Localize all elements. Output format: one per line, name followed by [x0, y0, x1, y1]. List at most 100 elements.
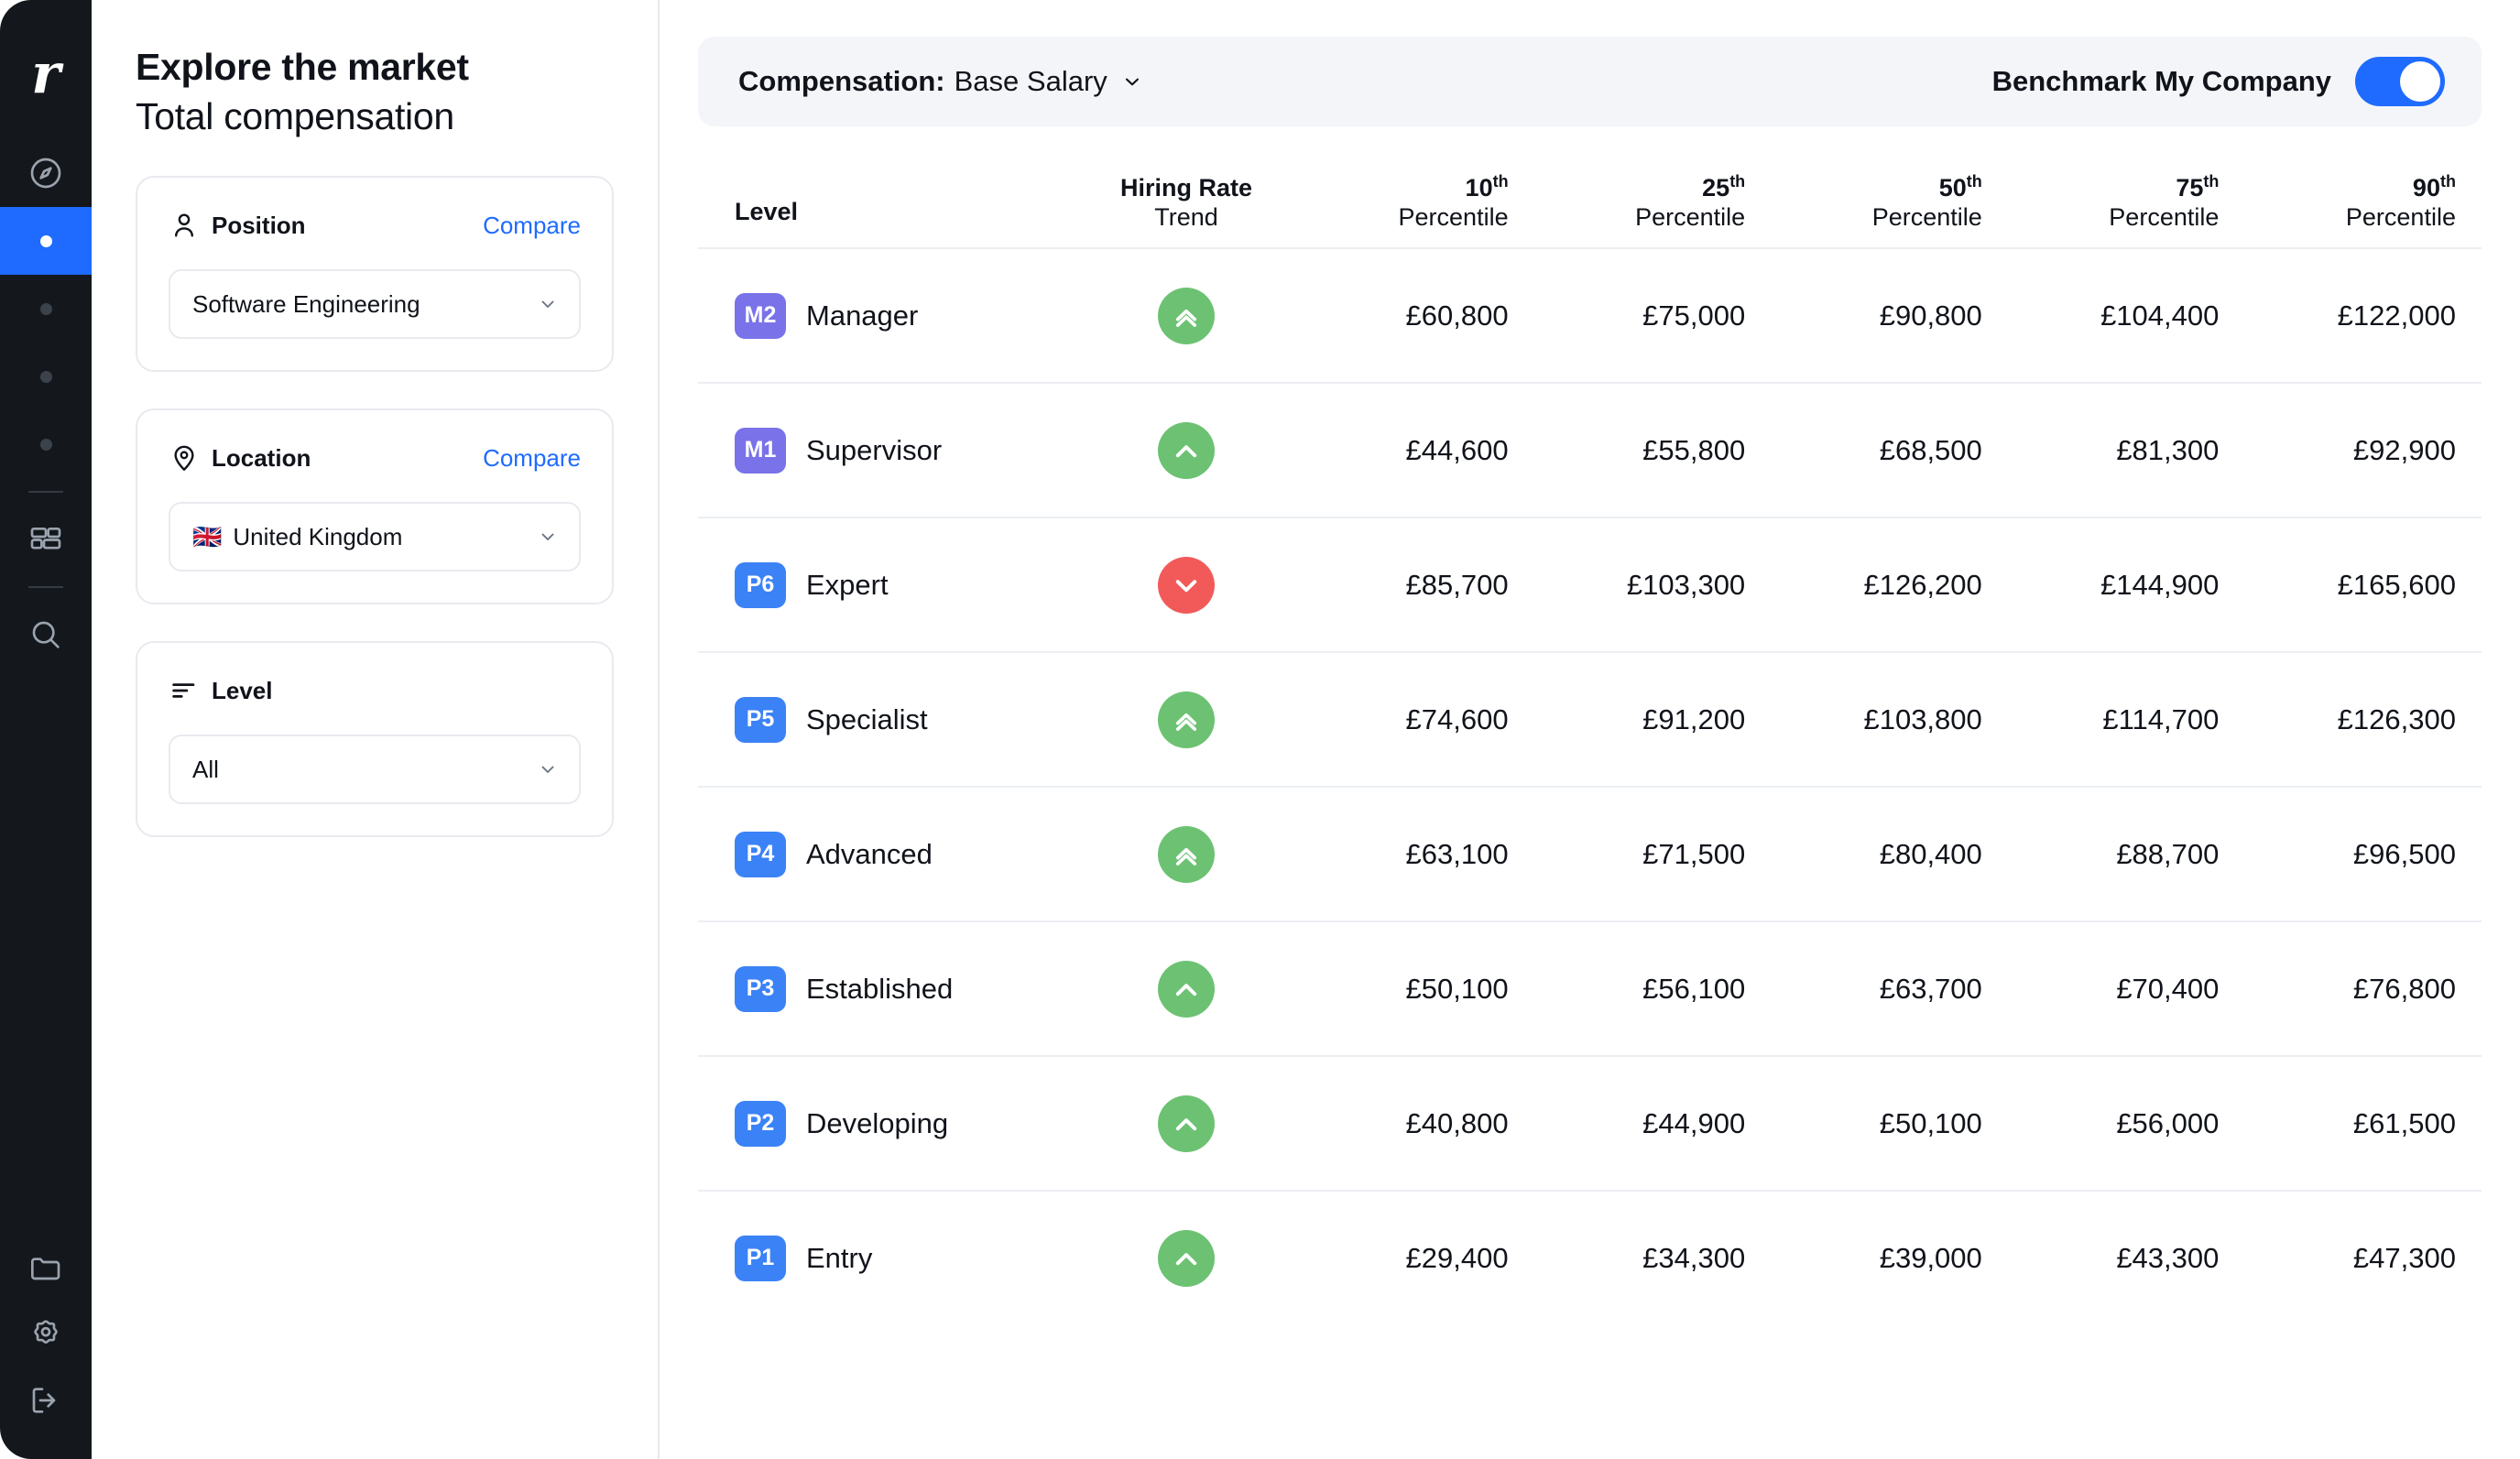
cell-p50: £90,800 — [1879, 299, 1982, 332]
chevron-down-icon — [537, 758, 559, 780]
cell-p75: £56,000 — [2116, 1106, 2220, 1139]
nav-dot-icon — [39, 234, 52, 247]
left-nav-rail: r — [0, 0, 92, 1459]
position-select[interactable]: Software Engineering — [169, 269, 581, 340]
chevron-down-icon — [537, 526, 559, 548]
column-header-p90-num: 90 — [2412, 174, 2440, 202]
rail-divider — [28, 491, 63, 493]
sidebar-item-files[interactable] — [0, 1243, 92, 1294]
column-header-p50: 50th Percentile — [1765, 172, 2002, 233]
trend-up-double-icon — [1158, 287, 1215, 344]
column-header-trend-sub: Trend — [1154, 203, 1218, 232]
cell-p25: £55,800 — [1642, 433, 1746, 466]
app-root: r Explore the market Total compensation … — [0, 0, 2520, 1459]
column-header-p25-ord: th — [1729, 172, 1746, 191]
sidebar-item-layout[interactable] — [0, 506, 92, 573]
cell-level: P3 Established — [704, 965, 1081, 1012]
level-select-value: All — [192, 755, 219, 783]
cell-p90: £47,300 — [2352, 1241, 2456, 1274]
cell-p50: £39,000 — [1879, 1241, 1982, 1274]
level-code-badge: P3 — [735, 965, 786, 1012]
nav-dot-icon — [39, 302, 52, 315]
cell-p75: £104,400 — [2100, 299, 2220, 332]
level-name: Entry — [806, 1241, 873, 1274]
column-header-p50-num: 50 — [1938, 174, 1967, 202]
table-row[interactable]: P6 Expert £85,700 £103,300 £126,200 £144,900 £… — [698, 517, 2482, 651]
cell-level: P4 Advanced — [704, 831, 1081, 877]
benchmark-toggle[interactable] — [2355, 57, 2445, 106]
level-name: Expert — [806, 568, 889, 601]
filter-card-location: Location Compare 🇬🇧 United Kingdom — [136, 408, 614, 605]
trend-up-single-icon — [1158, 1229, 1215, 1287]
compensation-value[interactable]: Base Salary — [955, 65, 1107, 98]
column-header-p25-sub: Percentile — [1635, 203, 1746, 232]
rail-bottom-group — [0, 1243, 92, 1426]
cell-p50: £103,800 — [1863, 702, 1982, 735]
cell-p10: £50,100 — [1405, 972, 1509, 1005]
table-row[interactable]: P3 Established £50,100 £56,100 £63,700 £70,40… — [698, 920, 2482, 1055]
cell-level: M1 Supervisor — [704, 427, 1081, 474]
level-code-badge: P4 — [735, 831, 786, 877]
column-header-p50-sub: Percentile — [1871, 203, 1982, 232]
sidebar-item-4[interactable] — [0, 410, 92, 478]
sidebar-item-logout[interactable] — [0, 1375, 92, 1426]
cell-p50: £126,200 — [1863, 568, 1982, 601]
sidebar-item-market[interactable] — [0, 207, 92, 275]
cell-p10: £60,800 — [1405, 299, 1509, 332]
filter-header-position: Position Compare — [169, 207, 581, 244]
compare-link-position[interactable]: Compare — [483, 212, 581, 240]
cell-level: M2 Manager — [704, 292, 1081, 339]
rail-divider — [28, 586, 63, 588]
cell-p50: £50,100 — [1879, 1106, 1982, 1139]
position-select-value: Software Engineering — [192, 289, 420, 318]
table-row[interactable]: P2 Developing £40,800 £44,900 £50,100 £56,000… — [698, 1055, 2482, 1190]
chevron-down-icon[interactable] — [1120, 70, 1144, 93]
cell-p25: £75,000 — [1642, 299, 1746, 332]
level-select[interactable]: All — [169, 735, 581, 805]
chevron-down-icon — [537, 293, 559, 315]
sidebar-item-settings[interactable] — [0, 1309, 92, 1360]
cell-p25: £91,200 — [1642, 702, 1746, 735]
cell-p10: £85,700 — [1405, 568, 1509, 601]
level-name: Advanced — [806, 837, 933, 870]
gear-icon — [27, 1316, 64, 1353]
compensation-toolbar: Compensation: Base Salary Benchmark My C… — [698, 37, 2482, 126]
level-name: Developing — [806, 1106, 949, 1139]
table-row[interactable]: P4 Advanced £63,100 £71,500 £80,400 £88,700 £9… — [698, 786, 2482, 920]
table-row[interactable]: M2 Manager £60,800 £75,000 £90,800 £104,400 £1… — [698, 247, 2482, 382]
person-icon — [169, 210, 200, 241]
cell-p90: £76,800 — [2352, 972, 2456, 1005]
sidebar-item-2[interactable] — [0, 275, 92, 343]
trend-up-single-icon — [1158, 1094, 1215, 1152]
compare-link-location[interactable]: Compare — [483, 444, 581, 473]
app-logo[interactable]: r — [0, 33, 92, 115]
cell-p75: £81,300 — [2116, 433, 2220, 466]
trend-up-single-icon — [1158, 421, 1215, 479]
cell-hiring-rate-trend — [1081, 691, 1292, 748]
cell-p90: £61,500 — [2352, 1106, 2456, 1139]
table-row[interactable]: M1 Supervisor £44,600 £55,800 £68,500 £81,300… — [698, 382, 2482, 517]
cell-p90: £96,500 — [2352, 837, 2456, 870]
trend-up-single-icon — [1158, 960, 1215, 1018]
column-header-p90: 90th Percentile — [2239, 172, 2476, 233]
cell-level: P6 Expert — [704, 561, 1081, 608]
filters-panel: Explore the market Total compensation Po… — [92, 0, 660, 1459]
compass-icon — [27, 155, 64, 191]
sidebar-item-search[interactable] — [0, 601, 92, 669]
filter-card-level: Level All — [136, 641, 614, 838]
table-row[interactable]: P5 Specialist £74,600 £91,200 £103,800 £114,7… — [698, 651, 2482, 786]
column-header-p10-num: 10 — [1465, 174, 1493, 202]
location-select-value: United Kingdom — [233, 522, 403, 550]
table-row[interactable]: P1 Entry £29,400 £34,300 £39,000 £43,300 £47,3… — [698, 1190, 2482, 1324]
cell-p25: £103,300 — [1626, 568, 1746, 601]
cell-p75: £43,300 — [2116, 1241, 2220, 1274]
cell-hiring-rate-trend — [1081, 287, 1292, 344]
level-name: Manager — [806, 299, 919, 332]
nav-dot-icon — [39, 438, 52, 451]
cell-p25: £34,300 — [1642, 1241, 1746, 1274]
column-header-p10-ord: th — [1492, 172, 1509, 191]
sidebar-item-explore[interactable] — [0, 139, 92, 207]
location-select[interactable]: 🇬🇧 United Kingdom — [169, 502, 581, 572]
sidebar-item-3[interactable] — [0, 343, 92, 410]
level-name: Specialist — [806, 702, 928, 735]
